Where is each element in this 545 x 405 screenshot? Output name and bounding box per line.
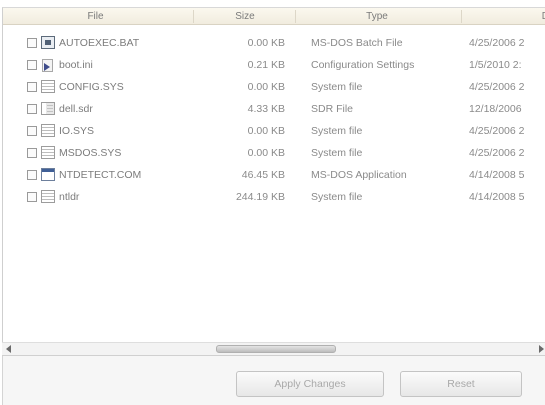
file-row[interactable]: MSDOS.SYS 0.00 KB System file 4/25/2006 2 [3,143,545,163]
file-date: 4/14/2008 5 [469,191,525,203]
ini-file-icon [41,58,55,72]
scroll-right-arrow-icon[interactable] [539,345,544,353]
system-file-icon [41,124,55,137]
file-manager-window: File Size Type D AUTOEXEC.BAT 0.00 KB MS-D… [0,0,545,405]
file-row[interactable]: AUTOEXEC.BAT 0.00 KB MS-DOS Batch File 4/25… [3,33,545,53]
horizontal-scrollbar[interactable] [2,342,545,356]
action-bar: Apply Changes Reset [2,356,545,405]
system-file-icon [41,146,55,159]
column-header-bar: File Size Type D [3,8,545,25]
file-name: boot.ini [59,59,93,71]
file-row[interactable]: dell.sdr 4.33 KB SDR File 12/18/2006 [3,99,545,119]
file-name: AUTOEXEC.BAT [59,37,140,49]
column-header-date[interactable]: D [463,8,545,25]
file-type: MS-DOS Application [311,169,407,181]
file-select-checkbox[interactable] [27,60,37,70]
column-divider[interactable] [461,10,462,23]
file-list[interactable]: File Size Type D AUTOEXEC.BAT 0.00 KB MS-D… [2,7,545,342]
application-file-icon [41,168,55,181]
file-type: Configuration Settings [311,59,415,71]
file-date: 12/18/2006 [469,103,522,115]
file-size: 4.33 KB [247,103,285,115]
file-select-checkbox[interactable] [27,126,37,136]
file-row[interactable]: ntldr 244.19 KB System file 4/14/2008 5 [3,187,545,207]
file-row[interactable]: boot.ini 0.21 KB Configuration Settings 1/5… [3,55,545,75]
reset-button[interactable]: Reset [400,371,522,397]
file-date: 4/25/2006 2 [469,37,525,49]
file-select-checkbox[interactable] [27,192,37,202]
file-size: 0.00 KB [247,37,285,49]
file-type: System file [311,191,363,203]
file-size: 244.19 KB [235,191,285,203]
file-name: MSDOS.SYS [59,147,122,159]
file-date: 4/14/2008 5 [469,169,525,181]
file-type: SDR File [311,103,354,115]
file-size: 0.21 KB [247,59,285,71]
file-name: IO.SYS [59,125,95,137]
file-size: 0.00 KB [247,81,285,93]
file-type: System file [311,81,363,93]
file-select-checkbox[interactable] [27,38,37,48]
file-select-checkbox[interactable] [27,170,37,180]
file-date: 4/25/2006 2 [469,81,525,93]
scroll-left-arrow-icon[interactable] [6,345,11,353]
batch-file-icon [41,36,55,49]
file-name: ntldr [59,191,80,203]
file-type: System file [311,125,363,137]
file-row[interactable]: NTDETECT.COM 46.45 KB MS-DOS Application 4/… [3,165,545,185]
scrollbar-thumb[interactable] [216,345,336,353]
file-name: CONFIG.SYS [59,81,124,93]
file-date: 1/5/2010 2: [469,59,522,71]
file-name: dell.sdr [59,103,93,115]
file-date: 4/25/2006 2 [469,147,525,159]
file-select-checkbox[interactable] [27,82,37,92]
column-divider[interactable] [193,10,194,23]
file-name: NTDETECT.COM [59,169,142,181]
file-type: MS-DOS Batch File [311,37,403,49]
file-select-checkbox[interactable] [27,148,37,158]
file-select-checkbox[interactable] [27,104,37,114]
file-size: 0.00 KB [247,147,285,159]
file-row[interactable]: IO.SYS 0.00 KB System file 4/25/2006 2 [3,121,545,141]
column-header-file[interactable]: File [3,8,188,25]
apply-changes-button[interactable]: Apply Changes [236,371,384,397]
file-size: 0.00 KB [247,125,285,137]
column-divider[interactable] [295,10,296,23]
column-header-type[interactable]: Type [297,8,457,25]
column-header-size[interactable]: Size [195,8,295,25]
file-row[interactable]: CONFIG.SYS 0.00 KB System file 4/25/2006 2 [3,77,545,97]
file-size: 46.45 KB [241,169,285,181]
system-file-icon [41,190,55,203]
file-date: 4/25/2006 2 [469,125,525,137]
system-file-icon [41,80,55,93]
file-type: System file [311,147,363,159]
data-file-icon [41,102,55,115]
